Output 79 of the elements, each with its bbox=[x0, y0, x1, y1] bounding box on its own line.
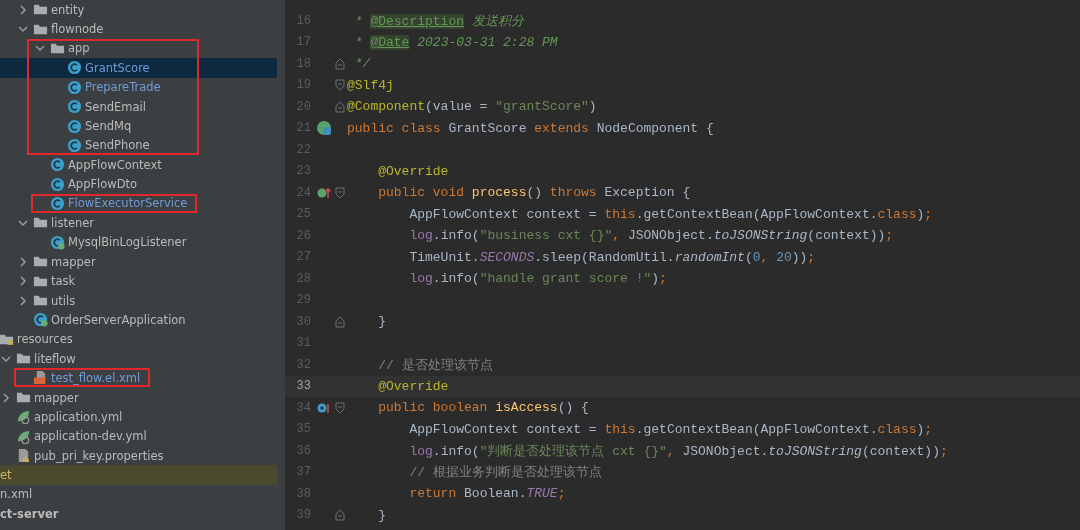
class-icon bbox=[50, 195, 65, 211]
tree-item-label[interactable]: SendPhone bbox=[85, 138, 150, 153]
class-icon bbox=[50, 157, 65, 173]
fold-icon[interactable] bbox=[335, 509, 345, 522]
file-icon bbox=[16, 448, 31, 464]
code-line: log.info("判断是否处理该节点 cxt {}", JSONObject.toJSONString(context)); bbox=[408, 442, 948, 460]
class-icon bbox=[33, 312, 48, 328]
code-line: log.info("handle grant score !"); bbox=[408, 271, 667, 287]
tree-item-label[interactable]: GrantScore bbox=[85, 60, 150, 75]
tree-item-label[interactable]: n.xml bbox=[0, 487, 33, 502]
tree-item-label[interactable]: flownode bbox=[51, 22, 104, 37]
class-icon bbox=[67, 60, 82, 76]
tree-item-label[interactable]: AppFlowContext bbox=[68, 157, 162, 172]
code-line: // 是否处理该节点 bbox=[377, 356, 493, 374]
fold-icon[interactable] bbox=[335, 315, 345, 328]
chevron-right-icon[interactable] bbox=[17, 3, 29, 16]
chevron-down-icon[interactable] bbox=[17, 217, 29, 229]
tree-item-label[interactable]: liteflow bbox=[34, 351, 76, 366]
chevron-right-icon[interactable] bbox=[17, 255, 29, 268]
fold-icon[interactable] bbox=[335, 100, 345, 113]
tree-item-label[interactable]: utils bbox=[51, 293, 76, 308]
class-icon bbox=[50, 176, 65, 192]
tree-item-label[interactable]: ct-server bbox=[0, 506, 59, 521]
tree-item-label[interactable]: et bbox=[0, 468, 12, 483]
code-line: * @Date 2023-03-31 2:28 PM bbox=[353, 34, 558, 50]
leaf-icon bbox=[16, 409, 31, 425]
tree-item-label[interactable]: MysqlBinLogListener bbox=[68, 235, 187, 250]
tree-item-label[interactable]: entity bbox=[51, 2, 85, 17]
code-line: } bbox=[377, 507, 386, 523]
code-line: * @Description 发送积分 bbox=[353, 12, 524, 30]
tree-item-label[interactable]: FlowExecutorService bbox=[68, 196, 188, 211]
fold-icon[interactable] bbox=[335, 57, 345, 70]
tree-item-label[interactable]: listener bbox=[51, 216, 95, 230]
chevron-right-icon[interactable] bbox=[17, 275, 29, 288]
tree-item-label[interactable]: mapper bbox=[51, 254, 96, 269]
tree-item-label[interactable]: task bbox=[51, 274, 76, 289]
fold-icon[interactable] bbox=[335, 401, 345, 414]
override-icon[interactable] bbox=[317, 185, 331, 200]
code-line: */ bbox=[353, 56, 371, 72]
tree-item-label[interactable]: SendMq bbox=[85, 119, 132, 134]
code-line: public void process() throws Exception { bbox=[377, 185, 691, 201]
tree-item-label[interactable]: SendEmail bbox=[85, 99, 146, 114]
code-line: // 根据业务判断是否处理该节点 bbox=[408, 464, 602, 482]
code-line: TimeUnit.SECONDS.sleep(RandomUtil.randomInt(0, 20)); bbox=[408, 249, 816, 265]
leaf-icon bbox=[16, 428, 31, 444]
tree-item-label[interactable]: OrderServerApplication bbox=[51, 312, 186, 327]
tree-item-label[interactable]: pub_pri_key.properties bbox=[34, 448, 164, 463]
line-number: 33 bbox=[295, 379, 311, 394]
code-line: return Boolean.TRUE; bbox=[408, 486, 566, 502]
bean-icon[interactable] bbox=[316, 120, 332, 137]
tree-item-label[interactable]: AppFlowDto bbox=[68, 177, 138, 192]
fold-icon[interactable] bbox=[335, 79, 345, 92]
class-icon bbox=[67, 99, 82, 115]
folder-icon bbox=[16, 390, 31, 405]
fold-icon[interactable] bbox=[335, 186, 345, 199]
tree-item-label[interactable]: test_flow.el.xml bbox=[51, 370, 141, 385]
code-line: AppFlowContext context = this.getContextBean(AppFlowContext.class); bbox=[408, 206, 933, 222]
tree-item-label[interactable]: resources bbox=[17, 332, 73, 347]
code-line: AppFlowContext context = this.getContextBean(AppFlowContext.class); bbox=[408, 421, 933, 437]
xml-file-icon bbox=[33, 370, 48, 386]
code-line: @Override bbox=[377, 163, 449, 179]
code-line: } bbox=[377, 314, 386, 330]
class-icon bbox=[67, 137, 82, 153]
tree-item-label[interactable]: application.yml bbox=[34, 409, 123, 424]
tree-item-label[interactable]: mapper bbox=[34, 390, 79, 405]
class-icon bbox=[50, 234, 65, 250]
code-line: @Component(value = "grantScore") bbox=[347, 99, 597, 115]
code-line: public boolean isAccess() { bbox=[377, 400, 589, 416]
chevron-right-icon[interactable] bbox=[17, 294, 29, 307]
class-icon bbox=[67, 118, 82, 134]
code-line: @Override bbox=[377, 378, 449, 394]
tree-item-label[interactable]: PrepareTrade bbox=[85, 80, 161, 95]
tree-item-label[interactable]: application-dev.yml bbox=[34, 429, 147, 444]
code-line: public class GrantScore extends NodeComponent { bbox=[347, 120, 714, 136]
code-line: log.info("business cxt {}", JSONObject.toJSONString(context)); bbox=[408, 228, 894, 244]
tree-item-label[interactable]: app bbox=[68, 41, 90, 56]
code-line: @Slf4j bbox=[347, 77, 394, 93]
class-icon bbox=[67, 79, 82, 95]
chevron-right-icon[interactable] bbox=[0, 391, 12, 404]
